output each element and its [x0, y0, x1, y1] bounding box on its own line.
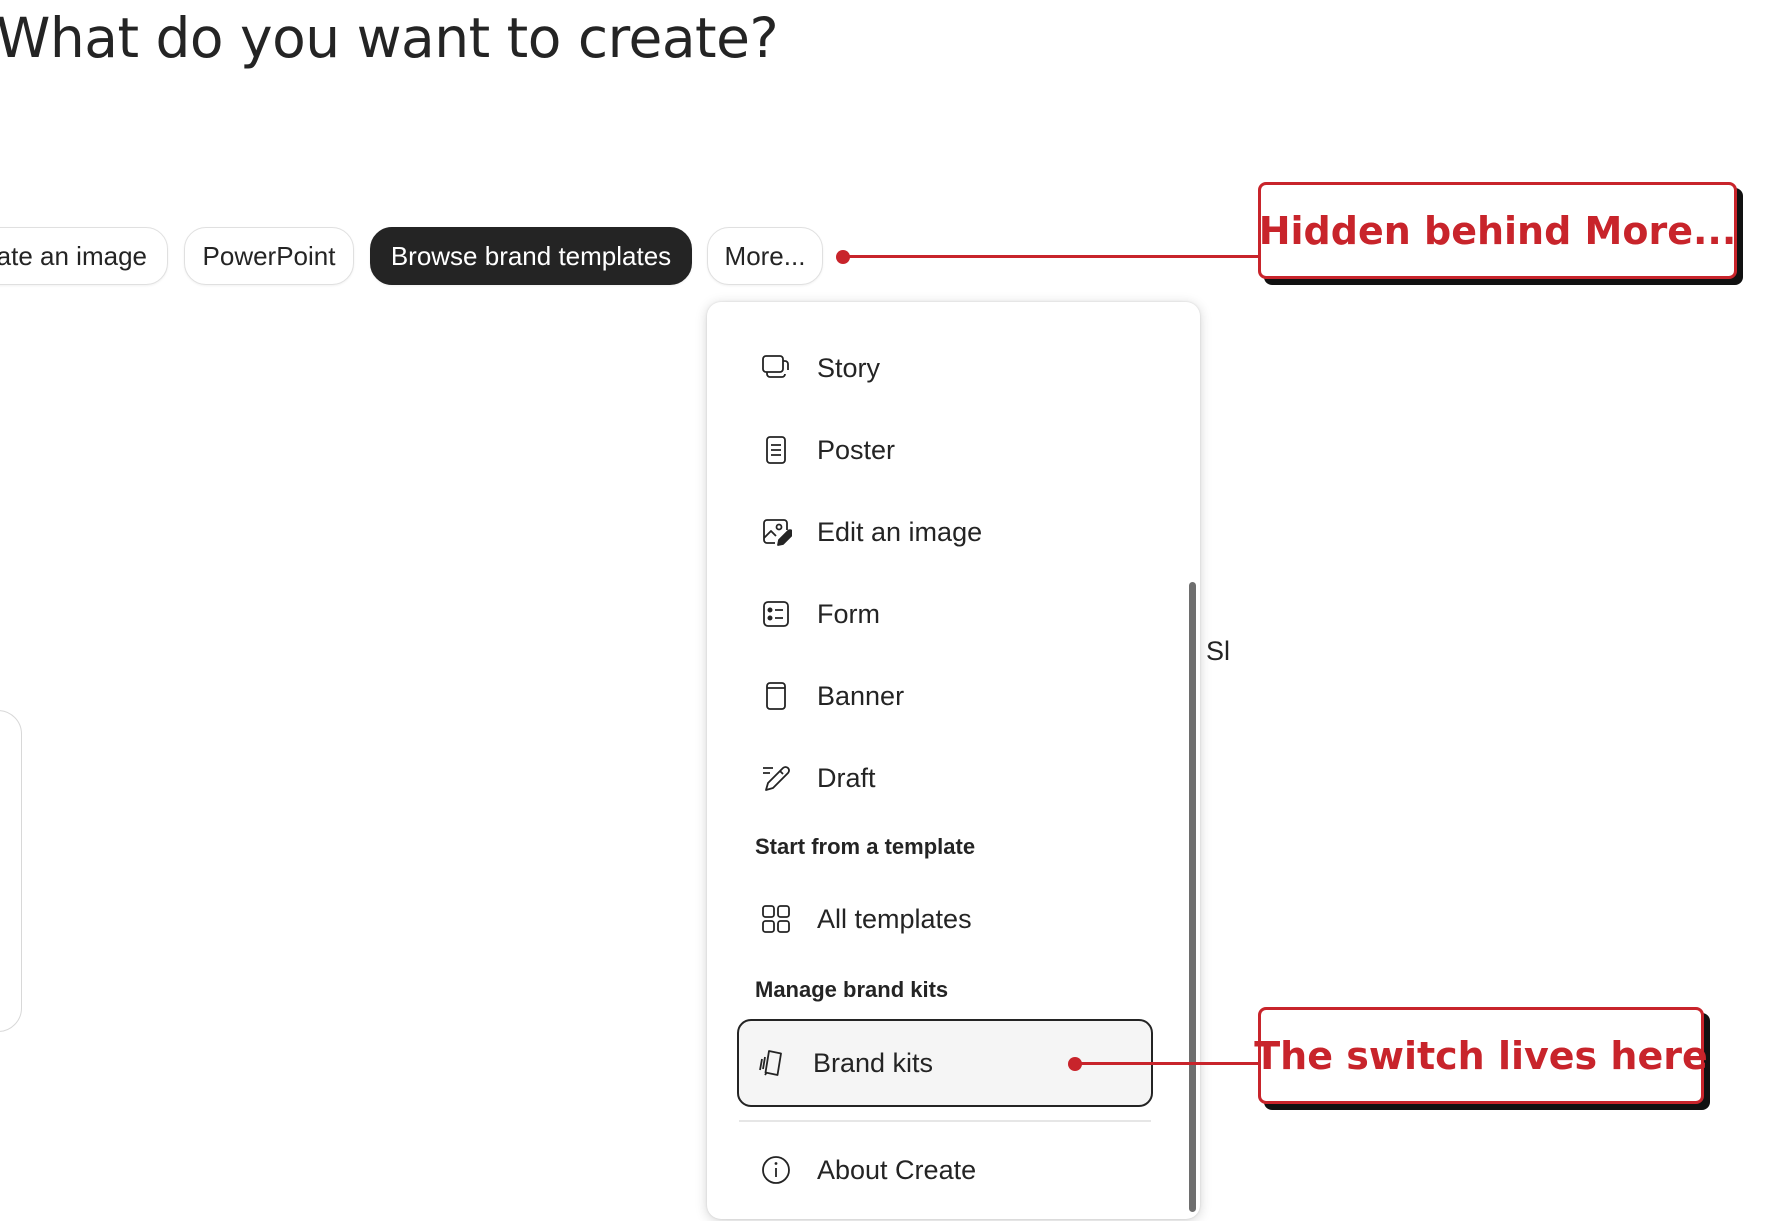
background-card: [0, 710, 22, 1032]
draft-icon: [759, 761, 793, 795]
menu-item-form[interactable]: Form: [737, 584, 1157, 644]
edit-image-icon: [759, 515, 793, 549]
story-icon: [759, 351, 793, 385]
menu-item-label: Poster: [817, 434, 896, 465]
menu-item-label: Banner: [817, 680, 905, 711]
callout-switch-lives-here: The switch lives here: [1254, 1007, 1708, 1104]
menu-item-draft[interactable]: Draft: [737, 748, 1157, 808]
menu-item-all-templates[interactable]: All templates: [737, 889, 1157, 949]
banner-icon: [759, 679, 793, 713]
menu-item-label: Form: [817, 598, 880, 629]
menu-item-edit-image[interactable]: Edit an image: [737, 502, 1157, 562]
browse-brand-templates-pill[interactable]: Browse brand templates: [370, 227, 692, 285]
brand-kits-icon: [755, 1046, 789, 1080]
template-section-heading: Start from a template: [755, 834, 976, 859]
powerpoint-pill[interactable]: PowerPoint: [184, 227, 354, 285]
info-icon: [759, 1153, 793, 1187]
menu-scrollbar[interactable]: [1189, 582, 1196, 1212]
more-pill[interactable]: More...: [707, 227, 823, 285]
background-partial-text: Sl: [1206, 636, 1229, 666]
form-icon: [759, 597, 793, 631]
more-menu: Story Poster Edit an image Form Banner D…: [707, 302, 1200, 1219]
brand-section-heading: Manage brand kits: [755, 977, 949, 1002]
menu-item-label: Edit an image: [817, 516, 983, 547]
create-image-pill[interactable]: ate an image: [0, 227, 168, 285]
callout-hidden-behind-more: Hidden behind More...: [1258, 182, 1737, 279]
callout-more-line: [843, 255, 1259, 258]
menu-item-story[interactable]: Story: [737, 338, 1157, 398]
poster-icon: [759, 433, 793, 467]
menu-item-label: Draft: [817, 762, 876, 793]
page-title: What do you want to create?: [0, 6, 779, 70]
menu-item-label: All templates: [817, 903, 972, 934]
menu-item-label: Brand kits: [813, 1047, 934, 1078]
menu-item-label: About Create: [817, 1154, 977, 1185]
menu-divider: [739, 1120, 1151, 1122]
menu-item-banner[interactable]: Banner: [737, 666, 1157, 726]
menu-item-poster[interactable]: Poster: [737, 420, 1157, 480]
menu-item-about-create[interactable]: About Create: [737, 1140, 1157, 1200]
callout-switch-line: [1075, 1062, 1259, 1065]
menu-item-label: Story: [817, 352, 881, 383]
grid-icon: [759, 902, 793, 936]
